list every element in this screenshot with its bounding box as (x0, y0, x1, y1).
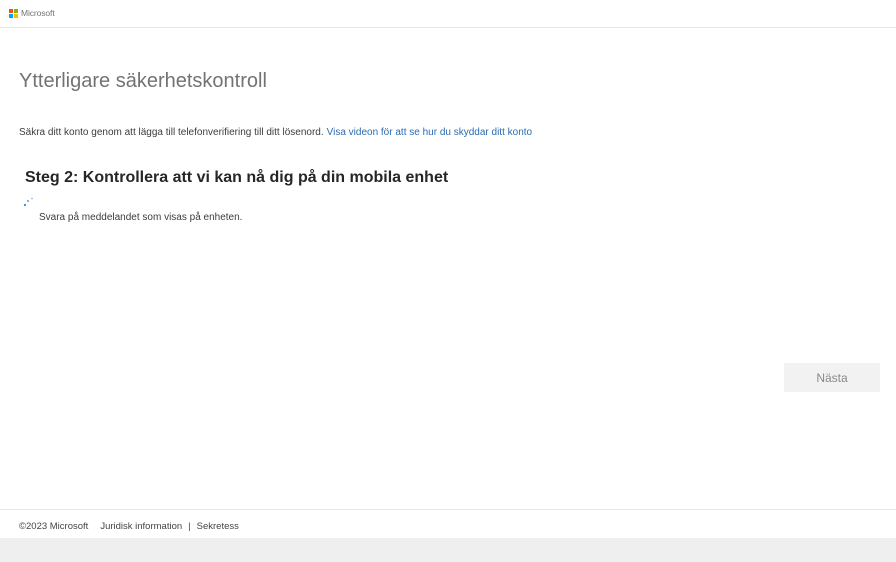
legal-link[interactable]: Juridisk information (100, 521, 182, 532)
intro-text: Säkra ditt konto genom att lägga till te… (19, 127, 324, 138)
footer-separator: | (188, 521, 191, 532)
page-title: Ytterligare säkerhetskontroll (19, 70, 267, 92)
top-header: Microsoft (0, 0, 896, 28)
footer: ©2023 Microsoft Juridisk information | Sekr… (0, 509, 896, 538)
copyright-text: ©2023 Microsoft (19, 521, 89, 532)
microsoft-logo-icon (9, 8, 18, 18)
next-button[interactable]: Nästa (784, 363, 880, 392)
microsoft-logo-text: Microsoft (21, 8, 55, 18)
instruction-text: Svara på meddelandet som visas på enhete… (39, 212, 243, 223)
loading-spinner-icon (23, 197, 33, 207)
microsoft-logo: Microsoft (9, 8, 55, 18)
privacy-link[interactable]: Sekretess (197, 521, 239, 532)
video-link[interactable]: Visa videon för att se hur du skyddar di… (327, 127, 533, 138)
intro-text-line: Säkra ditt konto genom att lägga till te… (19, 127, 532, 138)
bottom-bar (0, 538, 896, 562)
step-heading: Steg 2: Kontrollera att vi kan nå dig på… (25, 169, 449, 186)
